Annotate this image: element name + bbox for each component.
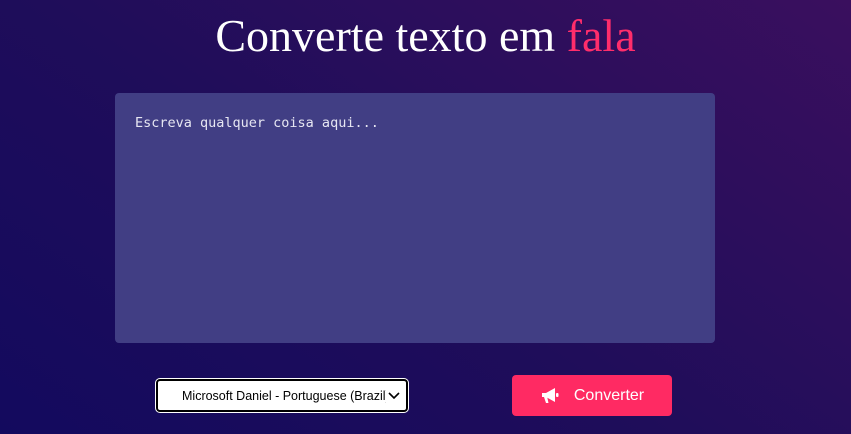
chevron-down-icon — [386, 388, 402, 404]
text-input[interactable] — [115, 93, 715, 343]
title-accent: fala — [566, 10, 636, 61]
convert-button[interactable]: Converter — [512, 375, 672, 416]
title-main: Converte texto em — [215, 10, 567, 61]
voice-select-value: Microsoft Daniel - Portuguese (Brazil) — [182, 388, 386, 403]
page-title: Converte texto em fala — [0, 8, 851, 64]
megaphone-icon — [540, 387, 560, 405]
convert-button-label: Converter — [573, 386, 645, 404]
voice-select[interactable]: Microsoft Daniel - Portuguese (Brazil) — [156, 379, 408, 412]
